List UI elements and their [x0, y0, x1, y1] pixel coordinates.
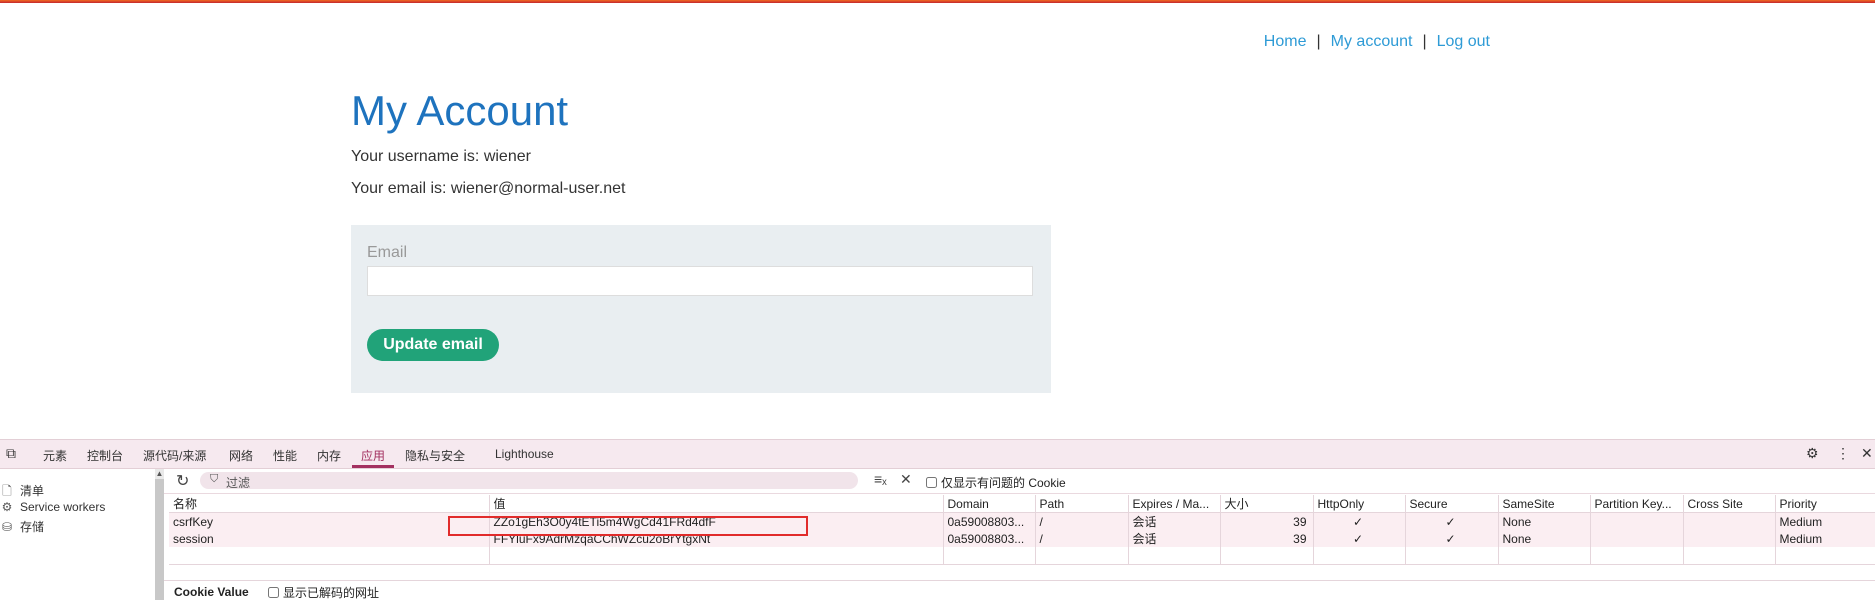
nav-logout-link[interactable]: Log out	[1437, 33, 1490, 50]
cookie-cross-site	[1683, 530, 1776, 547]
column-header[interactable]: 名称	[169, 495, 490, 513]
column-header[interactable]: Secure	[1405, 495, 1499, 513]
nav-separator: |	[1422, 33, 1427, 50]
nav-home-link[interactable]: Home	[1264, 33, 1307, 50]
tab-lighthouse[interactable]: Lighthouse	[495, 447, 554, 461]
cookie-samesite: None	[1498, 530, 1591, 547]
email-label: Email	[367, 244, 408, 261]
cookie-name: csrfKey	[169, 512, 490, 530]
show-decoded-label: 显示已解码的网址	[283, 586, 380, 600]
column-header[interactable]: Partition Key...	[1590, 495, 1684, 513]
cookie-partition-key	[1590, 530, 1684, 547]
cookie-path: /	[1035, 512, 1129, 530]
top-accent-bar	[0, 0, 1875, 3]
cookie-value-label: Cookie Value	[174, 585, 249, 599]
refresh-icon[interactable]: ↻	[176, 471, 189, 491]
cookie-expires: 会话	[1128, 530, 1221, 547]
cookies-toolbar: ↻ ⛉ 过滤 ≡ₓ ✕ 仅显示有问题的 Cookie	[164, 469, 1875, 494]
cookie-httponly: ✓	[1313, 512, 1406, 530]
cookie-expires: 会话	[1128, 512, 1221, 530]
table-row[interactable]: session FFYluFx9AdrMzqaCChWZcu2oBrYtgxNt…	[169, 530, 1875, 547]
column-header[interactable]: 大小	[1220, 495, 1314, 513]
nav-separator: |	[1316, 33, 1321, 50]
cookie-value-pane: Cookie Value 显示已解码的网址	[164, 580, 1875, 601]
delete-selected-icon[interactable]: ✕	[900, 471, 912, 488]
tab-application[interactable]: 应用	[361, 447, 385, 464]
devtools-panel: ⧉ 元素 控制台 源代码/来源 网络 性能 内存 应用 隐私与安全 Lighth…	[0, 439, 1875, 600]
scroll-up-icon[interactable]: ▲	[155, 469, 164, 479]
cookies-table: 名称 值 Domain Path Expires / Ma... 大小 Http…	[169, 495, 1875, 565]
cookie-domain: 0a59008803...	[943, 512, 1036, 530]
cookie-cross-site	[1683, 512, 1776, 530]
account-content: My Account Your username is: wiener Your…	[351, 87, 1051, 212]
cookies-header-row: 名称 值 Domain Path Expires / Ma... 大小 Http…	[169, 495, 1875, 513]
username-text: Your username is: wiener	[351, 148, 531, 166]
top-nav: Home | My account | Log out	[1264, 33, 1490, 51]
page-title: My Account	[351, 87, 569, 134]
filter-placeholder: 过滤	[226, 476, 251, 490]
cookie-size: 39	[1220, 530, 1314, 547]
sidebar-item-label: 清单	[20, 484, 45, 498]
cookie-secure: ✓	[1405, 512, 1499, 530]
filter-icon: ⛉	[210, 473, 219, 485]
update-email-button[interactable]: Update email	[367, 329, 499, 361]
tab-sources[interactable]: 源代码/来源	[143, 447, 206, 464]
column-header[interactable]: SameSite	[1498, 495, 1591, 513]
only-issues-checkbox-input[interactable]	[926, 477, 937, 488]
table-row[interactable]: csrfKey ZZo1gEh3O0y4tETi5m4WgCd41FRd4dfF…	[169, 512, 1875, 530]
devtools-tab-bar: ⧉ 元素 控制台 源代码/来源 网络 性能 内存 应用 隐私与安全 Lighth…	[0, 440, 1875, 469]
cookie-samesite: None	[1498, 512, 1591, 530]
tab-performance[interactable]: 性能	[273, 447, 297, 464]
tab-network[interactable]: 网络	[229, 447, 253, 464]
column-header[interactable]: Expires / Ma...	[1128, 495, 1221, 513]
column-header[interactable]: Domain	[943, 495, 1036, 513]
cookie-size: 39	[1220, 512, 1314, 530]
empty-row	[169, 547, 1875, 565]
filter-input[interactable]: ⛉ 过滤	[200, 472, 858, 490]
gear-icon: ⚙	[1, 500, 13, 514]
column-header[interactable]: HttpOnly	[1313, 495, 1406, 513]
only-issues-checkbox[interactable]: 仅显示有问题的 Cookie	[926, 474, 1066, 491]
tab-memory[interactable]: 内存	[317, 447, 341, 464]
cookie-priority: Medium	[1775, 512, 1875, 530]
cookie-name: session	[169, 530, 490, 547]
settings-gear-icon[interactable]: ⚙	[1806, 445, 1819, 462]
csrf-value-highlight-box	[448, 516, 808, 536]
column-header[interactable]: Path	[1035, 495, 1129, 513]
devtools-sidebar: 🗋 清单 ⚙ Service workers ⛁ 存储	[0, 469, 155, 600]
active-tab-indicator	[352, 465, 394, 468]
cookie-secure: ✓	[1405, 530, 1499, 547]
more-options-icon[interactable]: ⋮	[1836, 445, 1850, 462]
column-header[interactable]: Cross Site	[1683, 495, 1776, 513]
update-email-form: Email Update email	[351, 225, 1051, 393]
sidebar-scrollbar[interactable]: ▲	[155, 469, 164, 600]
cookie-path: /	[1035, 530, 1129, 547]
sidebar-item-service-workers[interactable]: ⚙ Service workers	[0, 500, 106, 514]
tab-privacy-security[interactable]: 隐私与安全	[405, 447, 465, 464]
cookie-domain: 0a59008803...	[943, 530, 1036, 547]
email-text: Your email is: wiener@normal-user.net	[351, 180, 626, 198]
clear-all-cookies-icon[interactable]: ≡ₓ	[874, 471, 887, 487]
show-decoded-checkbox-input[interactable]	[268, 587, 279, 598]
tab-console[interactable]: 控制台	[87, 447, 123, 464]
tab-elements[interactable]: 元素	[43, 447, 67, 464]
database-icon: ⛁	[1, 520, 13, 534]
cookie-priority: Medium	[1775, 530, 1875, 547]
close-devtools-icon[interactable]: ✕	[1861, 445, 1873, 462]
device-toggle-icon[interactable]: ⧉	[6, 445, 16, 462]
only-issues-label: 仅显示有问题的 Cookie	[941, 476, 1066, 490]
sidebar-item-label: 存储	[20, 520, 45, 534]
sidebar-item-storage[interactable]: ⛁ 存储	[0, 518, 44, 535]
nav-my-account-link[interactable]: My account	[1331, 33, 1413, 50]
cookie-httponly: ✓	[1313, 530, 1406, 547]
column-header[interactable]: 值	[489, 495, 944, 513]
email-input[interactable]	[367, 266, 1033, 296]
cookie-partition-key	[1590, 512, 1684, 530]
column-header[interactable]: Priority	[1775, 495, 1875, 513]
sidebar-item-label: Service workers	[20, 500, 106, 514]
show-decoded-checkbox[interactable]: 显示已解码的网址	[268, 584, 379, 601]
